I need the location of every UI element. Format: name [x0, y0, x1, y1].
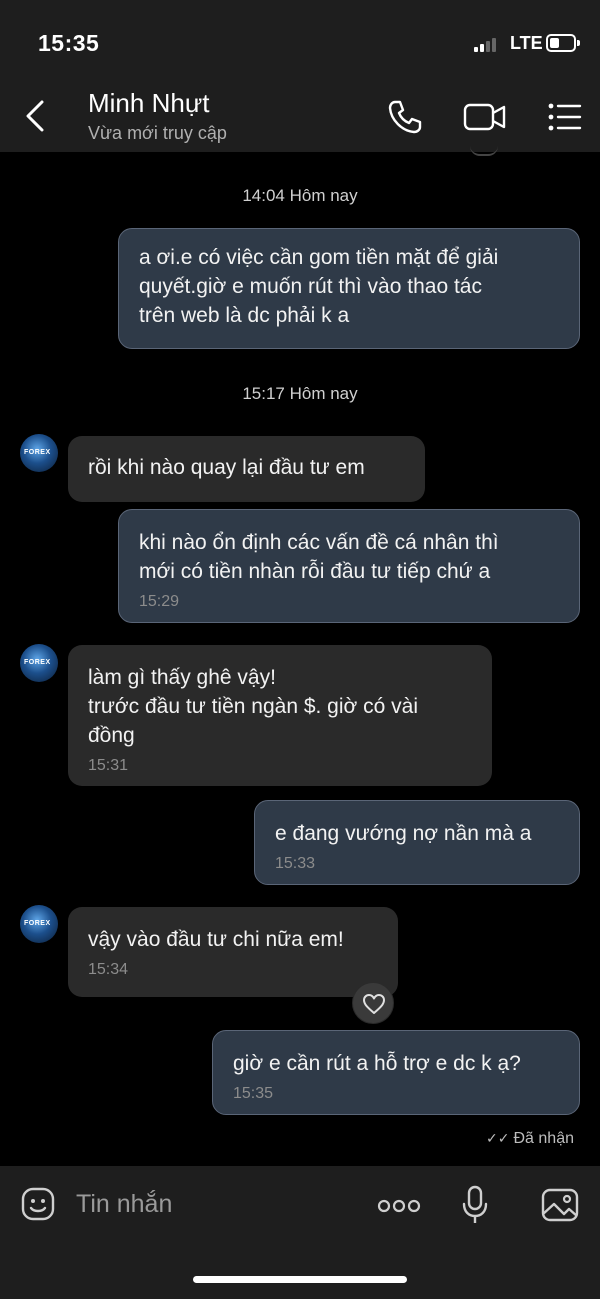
message-bubble-incoming[interactable]: làm gì thấy ghê vậy! trước đầu tư tiền n…: [68, 645, 492, 786]
network-type: LTE: [510, 33, 543, 53]
contact-name[interactable]: Minh Nhựt: [88, 88, 209, 119]
top-bar: 15:35 LTE Minh Nhựt Vừa mới truy cập: [0, 0, 600, 152]
message-input[interactable]: Tin nhắn: [76, 1190, 172, 1219]
avatar[interactable]: FOREX: [20, 644, 58, 682]
message-text: rồi khi nào quay lại đầu tư em: [88, 456, 365, 479]
status-time: 15:35: [38, 30, 100, 56]
message-bubble-outgoing[interactable]: a ơi.e có việc cần gom tiền mặt để giải …: [118, 228, 580, 349]
back-icon[interactable]: [18, 94, 54, 138]
delivery-status-label: Đã nhận: [513, 1130, 575, 1147]
sticker-icon[interactable]: [20, 1186, 56, 1222]
message-text: vậy vào đầu tư chi nữa em!: [88, 928, 344, 951]
message-bubble-outgoing[interactable]: khi nào ổn định các vấn đề cá nhân thì m…: [118, 509, 580, 623]
message-text: a ơi.e có việc cần gom tiền mặt để giải …: [139, 246, 499, 327]
menu-icon[interactable]: [544, 96, 586, 138]
message-time: 15:29: [139, 593, 180, 610]
message-text: khi nào ổn định các vấn đề cá nhân thì m…: [139, 531, 499, 583]
avatar-logo: FOREX: [24, 920, 51, 927]
message-text: e đang vướng nợ nần mà a: [275, 822, 532, 845]
microphone-icon[interactable]: [460, 1184, 490, 1226]
reaction-heart-button[interactable]: [352, 982, 394, 1024]
avatar[interactable]: FOREX: [20, 434, 58, 472]
phone-icon[interactable]: [384, 96, 426, 138]
message-time: 15:33: [275, 855, 316, 872]
avatar-logo: FOREX: [24, 659, 51, 666]
message-time: 15:34: [88, 961, 129, 978]
more-icon[interactable]: [376, 1194, 422, 1218]
message-time: 15:35: [233, 1085, 274, 1102]
signal-icon: [474, 36, 504, 52]
date-divider: 15:17 Hôm nay: [242, 384, 358, 403]
battery-icon: [546, 34, 580, 52]
scroll-indicator: [470, 146, 498, 156]
home-indicator[interactable]: [193, 1276, 407, 1283]
message-bubble-outgoing[interactable]: e đang vướng nợ nần mà a 15:33: [254, 800, 580, 885]
image-icon[interactable]: [540, 1186, 580, 1224]
message-bubble-outgoing[interactable]: giờ e cần rút a hỗ trợ e dc k ạ? 15:35: [212, 1030, 580, 1115]
video-call-icon[interactable]: [462, 96, 508, 138]
avatar[interactable]: FOREX: [20, 905, 58, 943]
message-bubble-incoming[interactable]: rồi khi nào quay lại đầu tư em: [68, 436, 425, 502]
avatar-logo: FOREX: [24, 449, 51, 456]
date-divider: 14:04 Hôm nay: [242, 186, 358, 205]
double-check-icon: ✓✓: [486, 1130, 510, 1146]
message-time: 15:31: [88, 757, 129, 774]
contact-status: Vừa mới truy cập: [88, 123, 227, 143]
message-text: giờ e cần rút a hỗ trợ e dc k ạ?: [233, 1052, 521, 1075]
message-bubble-incoming[interactable]: vậy vào đầu tư chi nữa em! 15:34: [68, 907, 398, 997]
message-text: làm gì thấy ghê vậy! trước đầu tư tiền n…: [88, 666, 418, 747]
heart-icon: [363, 994, 385, 1014]
delivery-status: ✓✓ Đã nhận: [486, 1130, 574, 1148]
